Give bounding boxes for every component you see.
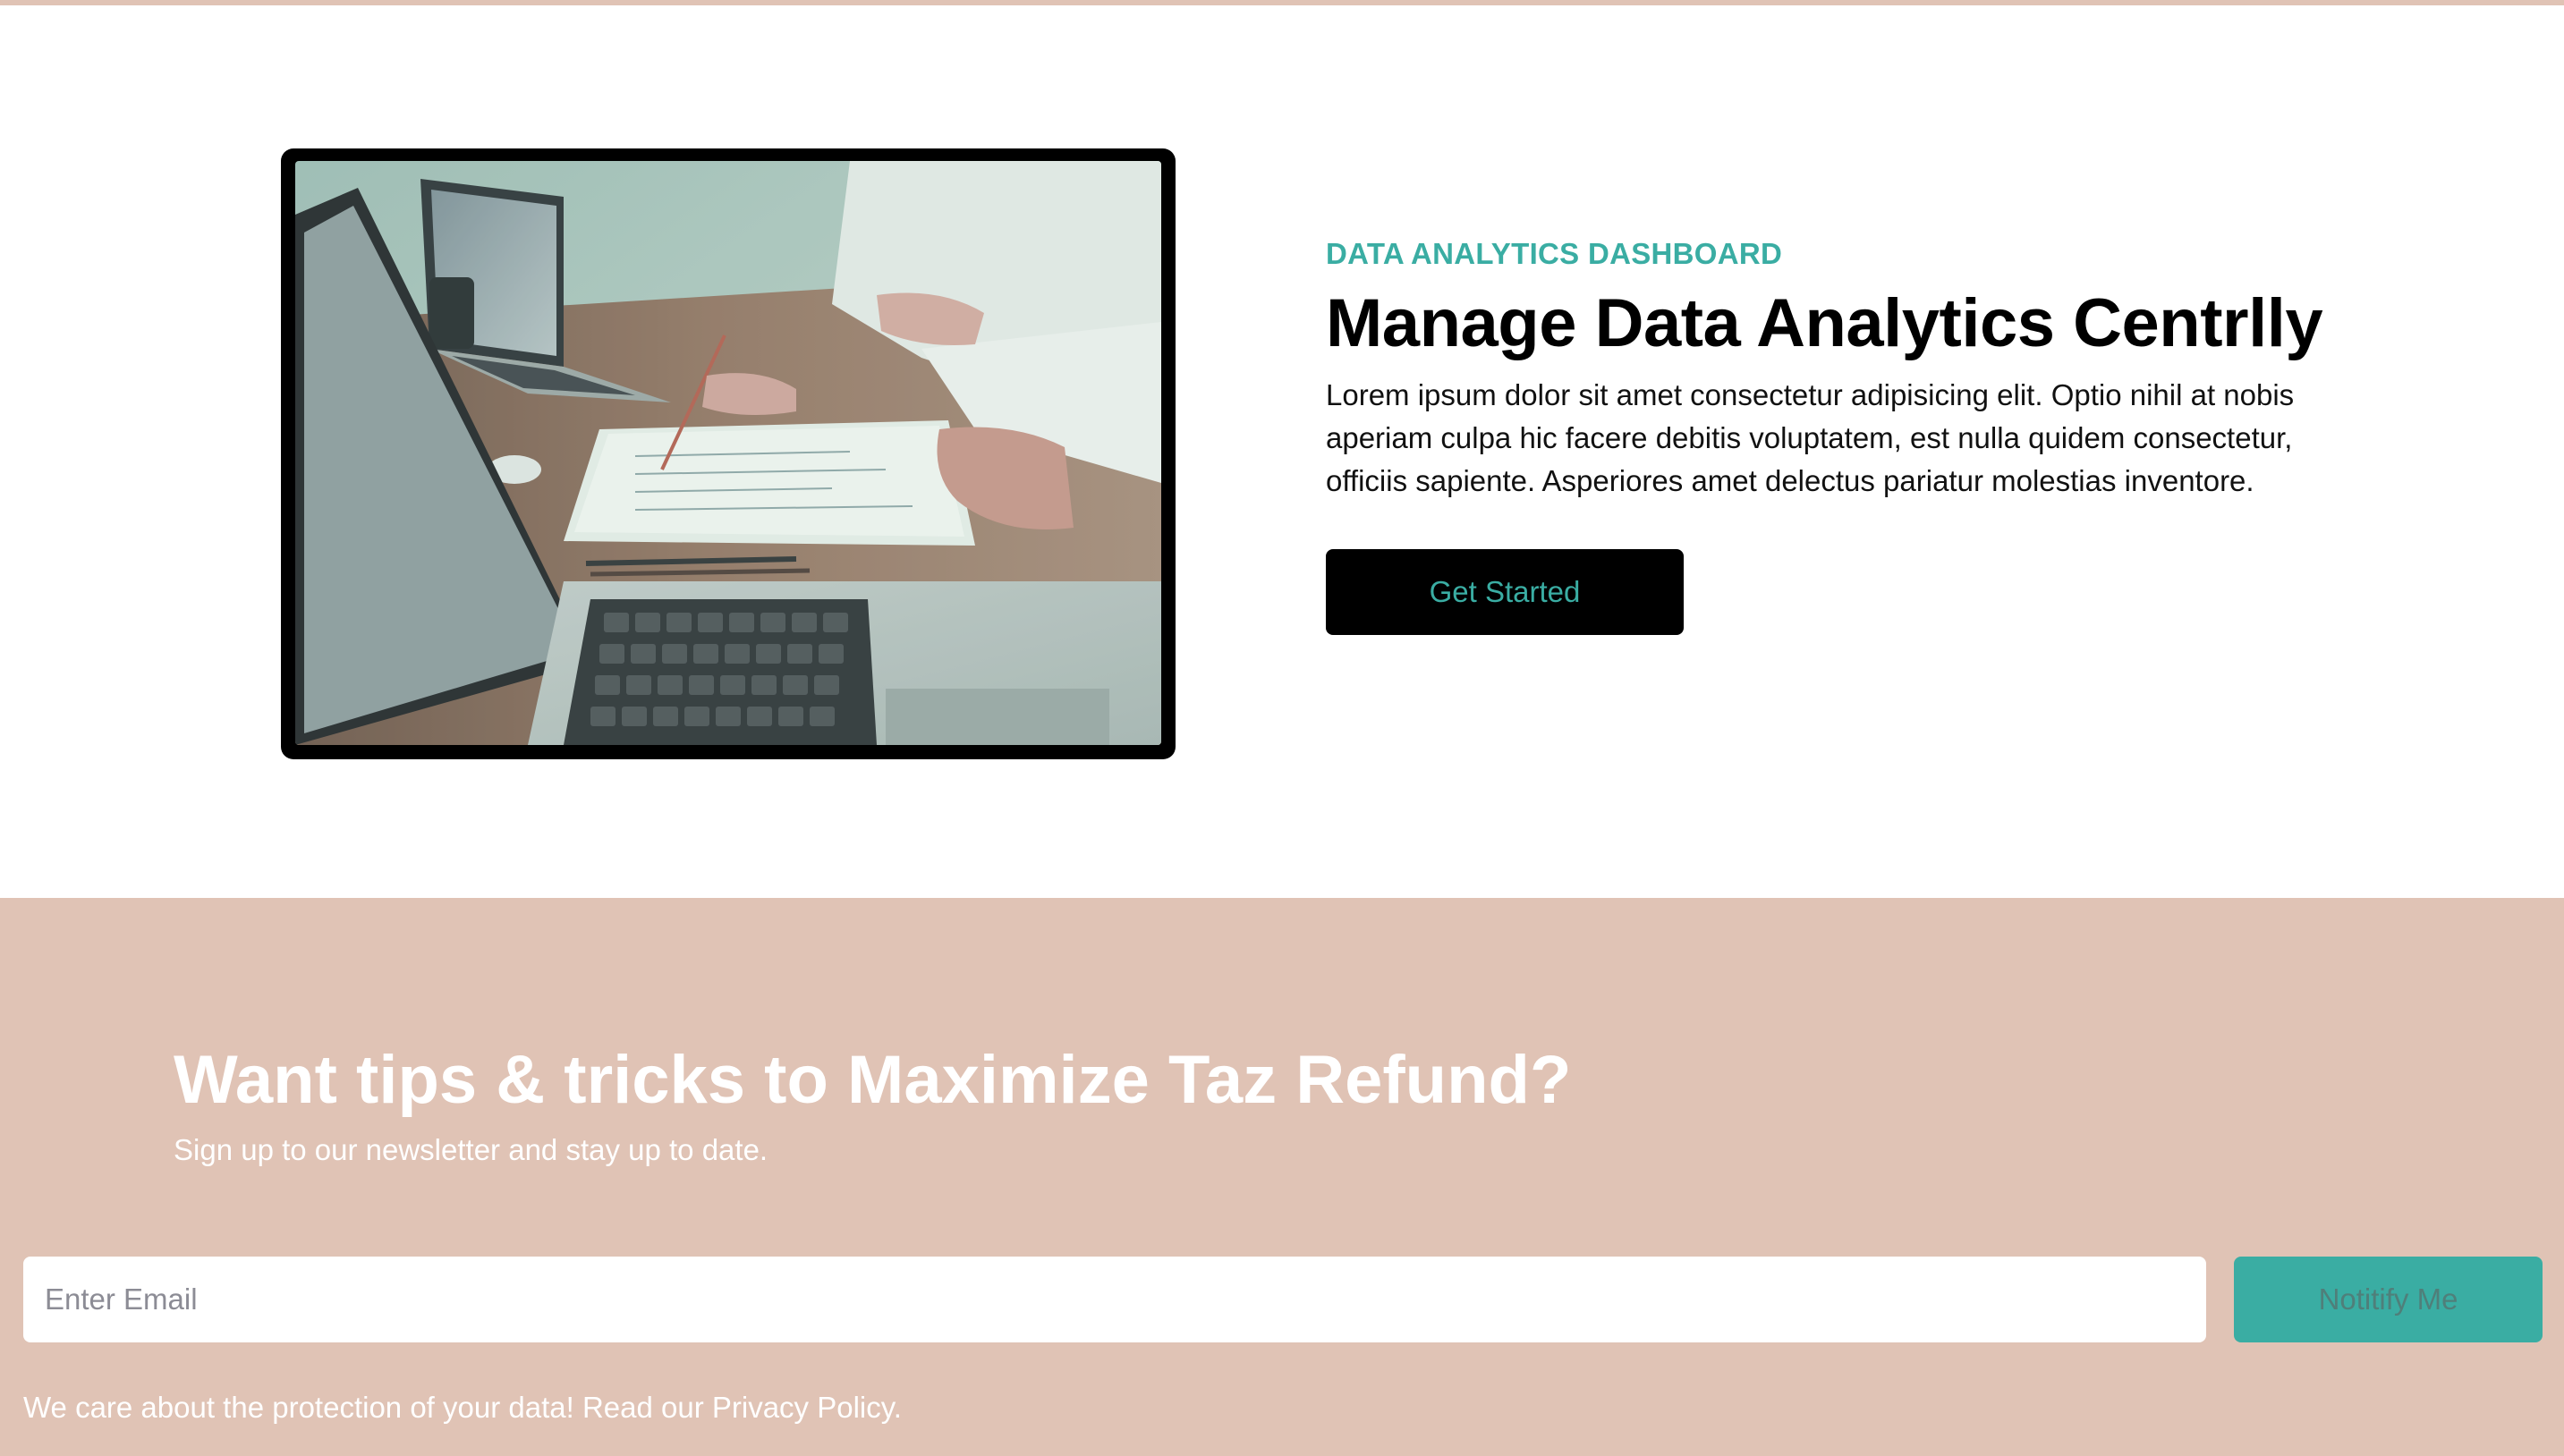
newsletter-title: Want tips & tricks to Maximize Taz Refun… [174, 1042, 1572, 1118]
notify-me-button[interactable]: Notitify Me [2234, 1257, 2543, 1342]
hero-description: Lorem ipsum dolor sit amet consectetur a… [1326, 378, 2295, 497]
get-started-button[interactable]: Get Started [1326, 549, 1684, 635]
hero-section: DATA ANALYTICS DASHBOARD Manage Data Ana… [0, 5, 2564, 898]
hero-headline: Manage Data Analytics Centrlly [1326, 285, 2323, 361]
email-input[interactable] [23, 1257, 2206, 1342]
laptop-meeting-photo [295, 161, 1161, 745]
hero-image-frame [281, 148, 1176, 759]
hero-eyebrow: DATA ANALYTICS DASHBOARD [1326, 237, 1783, 270]
hero-text-block: DATA ANALYTICS DASHBOARD Manage Data Ana… [1326, 234, 2355, 635]
newsletter-section: Want tips & tricks to Maximize Taz Refun… [0, 898, 2564, 1456]
newsletter-subtitle: Sign up to our newsletter and stay up to… [174, 1133, 768, 1166]
privacy-note: We care about the protection of your dat… [23, 1391, 902, 1424]
